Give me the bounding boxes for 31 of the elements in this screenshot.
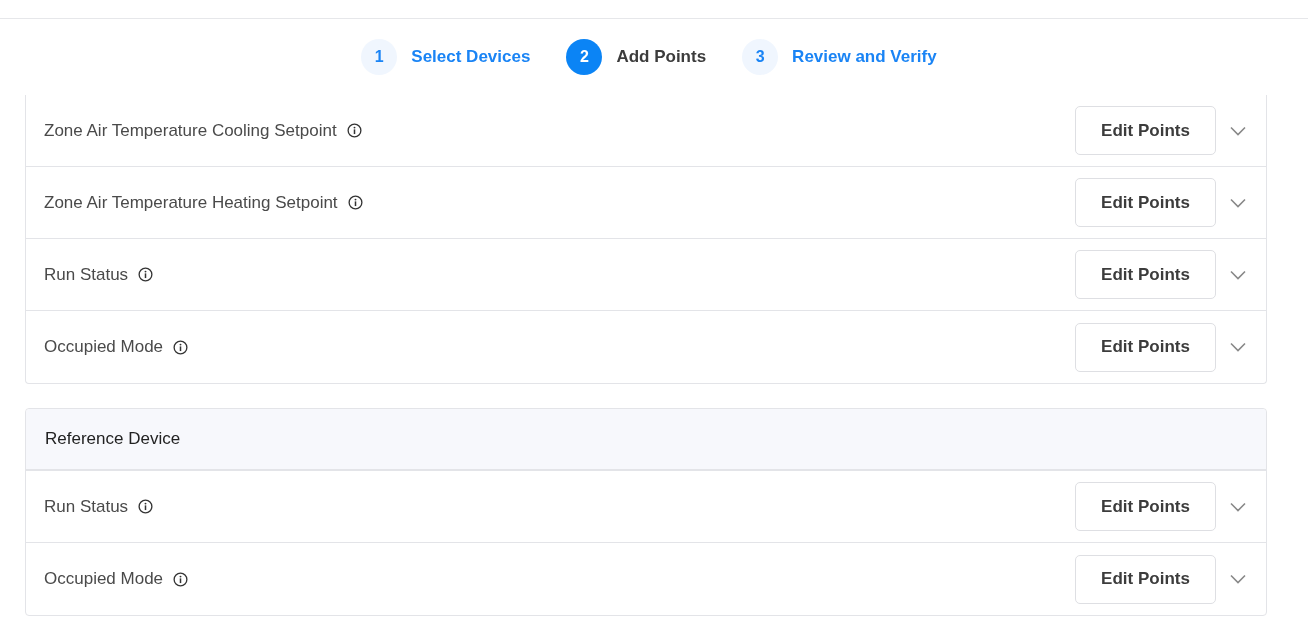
info-icon[interactable] <box>347 195 363 210</box>
chevron-icon[interactable] <box>1230 501 1246 512</box>
info-icon[interactable] <box>173 339 189 355</box>
edit-points-button[interactable]: Edit Points <box>1075 178 1216 227</box>
info-icon[interactable] <box>138 267 154 282</box>
info-icon[interactable] <box>138 499 154 514</box>
step-tab[interactable]: 2 Add Points <box>566 39 707 75</box>
chevron-icon[interactable] <box>1230 125 1246 136</box>
step-tab[interactable]: 3 Review and Verify <box>742 39 937 75</box>
point-label: Occupied Mode <box>44 568 164 591</box>
point-label: Zone Air Temperature Heating Setpoint <box>44 191 338 214</box>
step-tab[interactable]: 1 Select Devices <box>361 39 531 75</box>
chevron-icon[interactable] <box>1230 574 1246 584</box>
edit-points-button[interactable]: Edit Points <box>1075 250 1216 299</box>
chevron-icon[interactable] <box>1230 197 1246 208</box>
point-label: Occupied Mode <box>44 336 164 359</box>
step-number: 3 <box>742 39 779 75</box>
info-icon[interactable] <box>346 123 362 138</box>
point-label: Zone Air Temperature Cooling Setpoint <box>44 119 337 142</box>
point-label: Run Status <box>44 495 129 518</box>
info-icon[interactable] <box>173 571 189 587</box>
step-number: 1 <box>361 39 398 75</box>
chevron-icon[interactable] <box>1230 269 1246 280</box>
step-number: 2 <box>566 39 603 75</box>
edit-points-button[interactable]: Edit Points <box>1075 106 1216 155</box>
card-header: Reference Device <box>26 409 1266 471</box>
point-label: Run Status <box>44 263 129 286</box>
edit-points-button[interactable]: Edit Points <box>1075 554 1216 604</box>
chevron-icon[interactable] <box>1230 342 1246 352</box>
edit-points-button[interactable]: Edit Points <box>1075 322 1216 372</box>
edit-points-button[interactable]: Edit Points <box>1075 482 1216 531</box>
